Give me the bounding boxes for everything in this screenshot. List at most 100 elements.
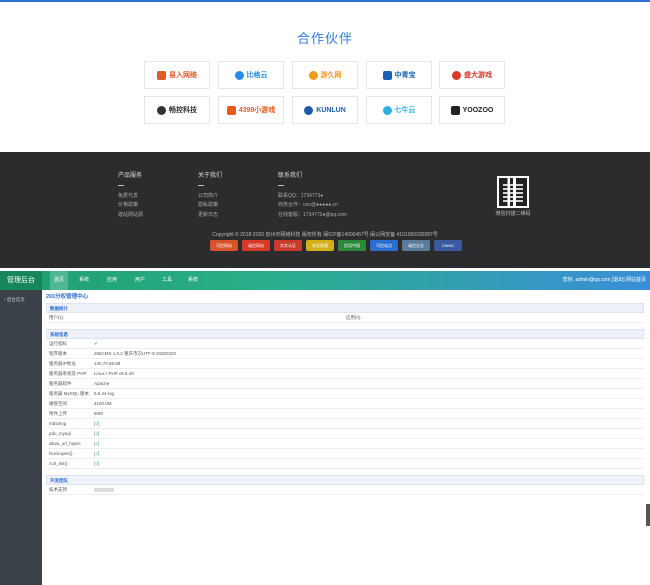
system-info-value: 140.70.55.89 [94,361,121,366]
footer-column-contact: 联系我们 联系QQ：1734773● 商务合作：ceo@●●●●●.cn 在线客… [278,172,347,220]
system-info-label: 服务器软件 [49,381,72,386]
partner-mark-icon [157,70,166,80]
partner-logo[interactable]: 易入网络 [144,61,210,89]
nav-item-system[interactable]: 系统 [75,271,93,290]
system-info-label: 程序版本 [49,351,67,356]
footer-link[interactable]: 更新日志 [198,211,222,221]
user-info[interactable]: 您好, admin@qq.com [退出] 网站首页 [563,271,646,290]
system-info-row: allow_url_fopen [√] [46,439,644,449]
footer-divider [118,184,124,186]
scrollbar-thumb[interactable] [646,504,650,526]
partner-name: 中青宝 [394,72,416,79]
footer-link[interactable]: 公司简介 [198,192,222,202]
check-icon: ✔ [94,341,98,346]
partner-mark-icon [157,105,166,115]
partner-name: 易入网络 [169,72,197,79]
sidebar-item-home[interactable]: › 后台首页 [4,297,25,303]
partner-logo[interactable]: 盛大游戏 [439,61,505,89]
system-info-value: Linux / PHP v5.6.40 [94,371,134,376]
footer-link[interactable]: 隐私政策 [198,201,222,211]
contact-support: 在线客服：1734773●@qq.com [278,211,347,218]
partner-mark-icon [234,70,244,80]
trust-badge[interactable]: 实名认证 [274,240,302,251]
system-info-row: 附件上传 50M [46,409,644,419]
trust-badge[interactable]: 安全联盟 [306,240,334,251]
page-title: 265分权管理中心 [46,294,89,300]
footer-column-products: 产品服务 免费代发 价格政策 建站网站源 [118,172,143,220]
system-info-row: curl_init() [√] [46,459,644,469]
partner-name: 盛大游戏 [464,72,492,79]
footer-heading: 关于我们 [198,173,223,179]
system-info-label: 附件上传 [49,411,67,416]
partner-mark-icon [382,70,392,80]
partner-name: KUNLUN [316,106,346,114]
admin-topbar: 管理后台 首页 系统 应用 用户 工具 系统 您好, admin@qq.com … [0,271,650,290]
contact-qq: 联系QQ：1734773● [278,192,324,199]
trust-badge[interactable]: 信用中国 [338,240,366,251]
trust-badge[interactable]: 诚信企业 [402,240,430,251]
footer-link[interactable]: 价格政策 [118,201,143,211]
system-info-label: allow_url_fopen [49,441,81,446]
system-info-label: 服务器系统及 PHP [49,371,87,376]
site-footer: 产品服务 免费代发 价格政策 建站网站源 关于我们 公司简介 隐私政策 更新日志… [0,152,650,268]
footer-heading: 联系我们 [278,173,303,179]
partner-logo[interactable]: 比格云 [218,61,284,89]
system-info-label: 磁盘空间 [49,401,67,406]
nav-item-tools[interactable]: 工具 [158,271,176,290]
system-info-value: [√] [94,451,99,456]
system-info-value: 50M [94,411,103,416]
partner-name: 七牛云 [394,107,416,114]
system-info-value: 4100.0M [94,401,112,406]
team-value [94,485,114,495]
system-info-row: 服务器 MySQL 版本 5.6.44-log [46,389,644,399]
section-header-stats: 数据统计 [46,303,644,313]
system-info-value: 265CMS 1.0.2 重庆市汉UTF-8 20200220 [94,351,177,356]
partner-mark-icon [452,70,461,80]
system-info-label: fsockopen() [49,451,73,456]
user-count[interactable]: 用户(1) [49,313,64,323]
partner-name: 比格云 [246,72,268,79]
system-info-label: curl_init() [49,461,68,466]
trust-badges: 可信网站 诚信网站 实名认证 安全联盟 信用中国 可信站点 诚信企业 CNNIC [210,240,462,251]
system-info-row: 磁盘空间 4100.0M [46,399,644,409]
team-row: 技术支持 [46,485,644,495]
partner-logo[interactable]: 七牛云 [366,96,432,124]
partner-mark-icon [308,70,318,80]
footer-divider [198,184,204,186]
nav-item-users[interactable]: 用户 [131,271,149,290]
partner-logo[interactable]: 游久网 [292,61,358,89]
admin-brand[interactable]: 管理后台 [0,271,42,290]
system-info-label: mbstring [49,421,67,426]
system-info-value: [√] [94,441,99,446]
partner-logo[interactable]: 4399小游戏 [218,96,284,124]
section-header-team: 开发团队 [46,475,644,485]
stats-row: 用户(1) 应用(0) [46,313,644,323]
partner-logo[interactable]: 畅控科技 [144,96,210,124]
copyright-text: Copyright © 2018-2020 泉州市网络科技 版权所有 闽ICP备… [212,232,438,238]
system-info-row: fsockopen() [√] [46,449,644,459]
trust-badge[interactable]: CNNIC [434,240,462,251]
nav-item-settings[interactable]: 系统 [184,271,202,290]
nav-item-apps[interactable]: 应用 [103,271,121,290]
system-info-row: pdo_mysql [√] [46,429,644,439]
partner-mark-icon [450,105,460,115]
footer-link[interactable]: 免费代发 [118,192,143,202]
partners-section: 合作伙伴 易入网络 比格云 游久网 中青宝 盛大游戏畅控科技 4399小游戏 KUNLUN 七… [0,2,650,152]
system-info-label: 服务器 MySQL 版本 [49,391,89,396]
footer-link[interactable]: 建站网站源 [118,211,143,221]
trust-badge[interactable]: 可信站点 [370,240,398,251]
partner-logo[interactable]: 中青宝 [366,61,432,89]
system-info-row: 运行指标 ✔ [46,339,644,349]
trust-badge[interactable]: 诚信网站 [242,240,270,251]
app-count[interactable]: 应用(0) [346,313,361,323]
footer-column-about: 关于我们 公司简介 隐私政策 更新日志 [198,172,222,220]
system-info-label: 服务器IP地址 [49,361,76,366]
partner-logo[interactable]: KUNLUN [292,96,358,124]
system-info-label: 运行指标 [49,341,67,346]
partner-name: 4399小游戏 [238,107,276,114]
partners-title: 合作伙伴 [296,31,353,46]
trust-badge[interactable]: 可信网站 [210,240,238,251]
partner-logo[interactable]: YOOZOO [439,96,505,124]
nav-item-home[interactable]: 首页 [50,271,69,290]
system-info-row: 服务器软件 Apache [46,379,644,389]
